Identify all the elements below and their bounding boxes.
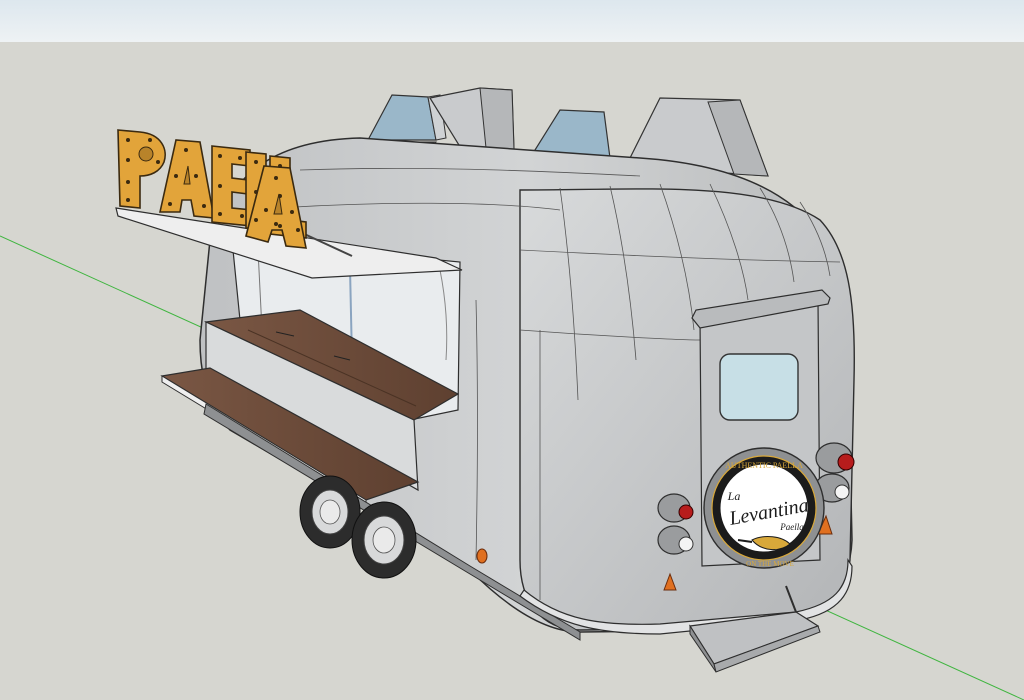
- modeling-viewport[interactable]: AUTHENTIC PAELLA La Levantina Paella ON …: [0, 0, 1024, 700]
- logo-top-text: AUTHENTIC PAELLA: [725, 461, 803, 470]
- logo-sub: Paella: [779, 522, 804, 532]
- wheel-front: [299, 475, 361, 549]
- logo-bottom-text: ON THE MOVE: [746, 560, 794, 568]
- logo-la: La: [727, 489, 741, 503]
- wheel-rear: [351, 501, 417, 579]
- side-reflector-icon: [476, 548, 488, 564]
- sky-band: [0, 0, 1024, 42]
- scene-canvas[interactable]: AUTHENTIC PAELLA La Levantina Paella ON …: [0, 0, 1024, 700]
- rear-window: [719, 353, 799, 421]
- brand-logo-emblem: AUTHENTIC PAELLA La Levantina Paella ON …: [703, 447, 825, 569]
